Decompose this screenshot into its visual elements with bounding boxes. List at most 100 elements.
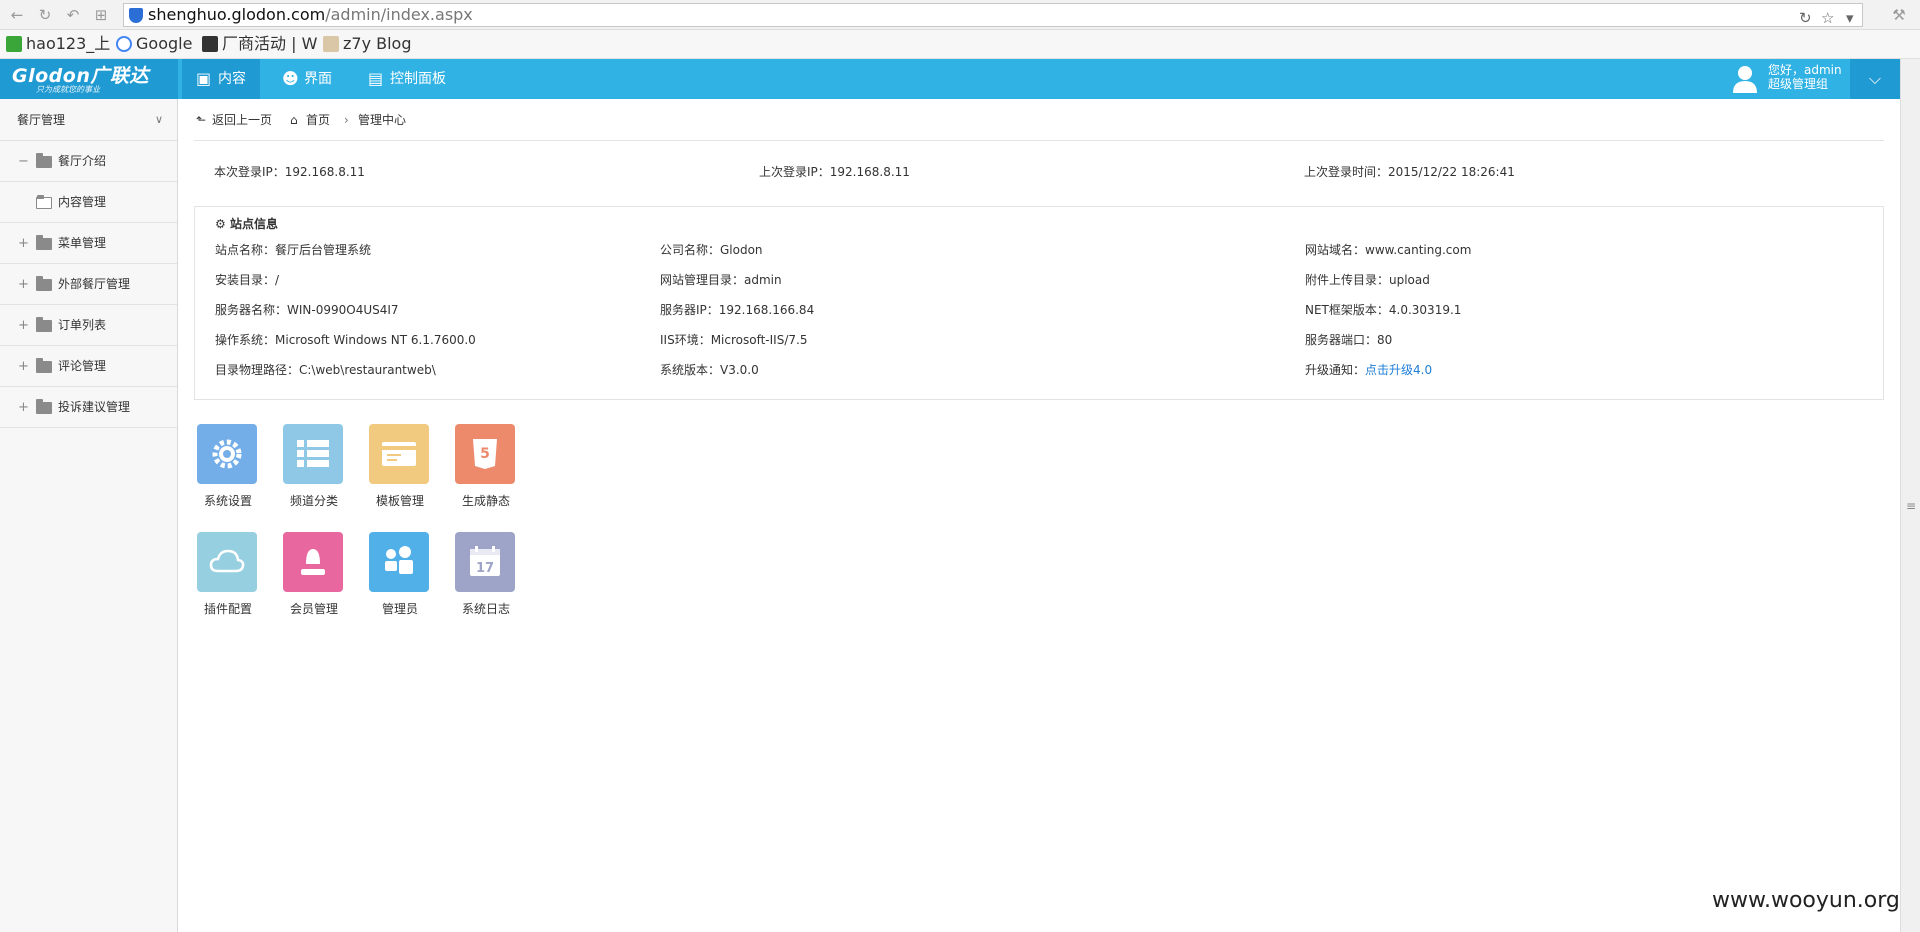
sidebar-header[interactable]: 餐厅管理 ∨ <box>0 99 177 141</box>
sidebar-item-restaurant-intro[interactable]: − 餐厅介绍 <box>0 141 177 182</box>
bookmarks-bar: hao123_上 Google 厂商活动 | W z7y Blog <box>0 30 1920 59</box>
company-name: 公司名称：Glodon <box>660 243 763 257</box>
tile-plugin-config[interactable]: 插件配置 <box>193 532 263 622</box>
sidebar-item-orders[interactable]: + 订单列表 <box>0 305 177 346</box>
tile-channel-categories[interactable]: 频道分类 <box>279 424 349 514</box>
hao123-icon <box>6 36 22 52</box>
star-icon[interactable]: ☆ <box>1821 7 1834 29</box>
logo[interactable]: Glodon广联达 只为成就您的事业 <box>0 59 178 99</box>
sidebar-item-content-management[interactable]: 内容管理 <box>0 182 177 223</box>
user-menu-toggle[interactable]: ⌵ <box>1850 59 1900 99</box>
tile-system-log[interactable]: 17 系统日志 <box>451 532 521 622</box>
expand-icon[interactable]: + <box>18 346 29 387</box>
grid-icon[interactable]: ⊞ <box>92 6 110 24</box>
last-login-ip: 上次登录IP：192.168.8.11 <box>759 165 910 179</box>
list-icon <box>283 424 343 484</box>
folder-icon <box>36 317 52 332</box>
upload-dir: 附件上传目录：upload <box>1305 273 1430 287</box>
url-path: /admin/index.aspx <box>325 5 473 24</box>
member-icon <box>283 532 343 592</box>
tools-icon[interactable]: ⚒ <box>1890 6 1908 24</box>
dashboard-icon: ▤ <box>368 69 384 88</box>
back-link[interactable]: 返回上一页 <box>212 99 272 141</box>
bookmark-z7y[interactable]: z7y Blog <box>323 34 412 54</box>
bookmark-google[interactable]: Google <box>116 34 192 54</box>
current-page: 管理中心 <box>358 113 407 127</box>
compat-icon[interactable]: ↻ <box>1799 7 1812 29</box>
chevron-down-icon: ∨ <box>154 113 163 126</box>
dropdown-icon[interactable]: ▾ <box>1846 7 1854 29</box>
tile-generate-static[interactable]: 5 生成静态 <box>451 424 521 514</box>
upgrade-link[interactable]: 点击升级4.0 <box>1365 363 1432 377</box>
breadcrumb: ⬑ 返回上一页 ⌂ 首页 › 管理中心 <box>194 99 1884 141</box>
expand-icon[interactable]: + <box>18 305 29 346</box>
expand-icon[interactable]: + <box>18 264 29 305</box>
nav-interface[interactable]: ☻ 界面 <box>268 59 346 99</box>
bookmark-vendor[interactable]: 厂商活动 | W <box>202 34 317 54</box>
server-ip: 服务器IP：192.168.166.84 <box>660 303 815 317</box>
tile-administrators[interactable]: 管理员 <box>365 532 435 622</box>
site-name: 站点名称：餐厅后台管理系统 <box>215 243 372 257</box>
sidebar-item-external-restaurants[interactable]: + 外部餐厅管理 <box>0 264 177 305</box>
user-icon: ☻ <box>282 69 299 88</box>
site-info-panel: ⚙ 站点信息 站点名称：餐厅后台管理系统 公司名称：Glodon 网站域名：ww… <box>194 206 1884 400</box>
expand-icon[interactable]: + <box>18 387 29 428</box>
current-login-ip: 本次登录IP：192.168.8.11 <box>214 165 365 179</box>
last-login-time: 上次登录时间：2015/12/22 18:26:41 <box>1304 165 1515 179</box>
sidebar-item-menu-management[interactable]: + 菜单管理 <box>0 223 177 264</box>
nav-control-panel[interactable]: ▤ 控制面板 <box>354 59 460 99</box>
operating-system: 操作系统：Microsoft Windows NT 6.1.7600.0 <box>215 333 476 347</box>
browser-toolbar: ← ↻ ↶ ⊞ shenghuo.glodon.com/admin/index.… <box>0 0 1920 30</box>
gear-icon <box>197 424 257 484</box>
main-content: ⬑ 返回上一页 ⌂ 首页 › 管理中心 本次登录IP：192.168.8.11 … <box>178 99 1900 932</box>
nav-content[interactable]: ▣ 内容 <box>182 59 260 99</box>
iis-environment: IIS环境：Microsoft-IIS/7.5 <box>660 333 808 347</box>
panel-title: ⚙ 站点信息 <box>215 217 278 231</box>
z7y-icon <box>323 36 339 52</box>
net-version: NET框架版本：4.0.30319.1 <box>1305 303 1462 317</box>
google-icon <box>116 36 132 52</box>
monitor-icon: ▣ <box>196 69 212 88</box>
refresh-icon[interactable]: ↻ <box>36 6 54 24</box>
cloud-icon <box>197 532 257 592</box>
tile-system-settings[interactable]: 系统设置 <box>193 424 263 514</box>
url-host: shenghuo.glodon.com <box>148 5 326 24</box>
card-icon <box>369 424 429 484</box>
open-folder-icon <box>36 195 52 209</box>
folder-icon <box>36 276 52 291</box>
shield-icon <box>129 8 143 23</box>
admins-icon <box>369 532 429 592</box>
folder-icon <box>36 153 52 168</box>
app-header: Glodon广联达 只为成就您的事业 ▣ 内容 ☻ 界面 ▤ 控制面板 您好，a… <box>0 59 1900 99</box>
svg-text:5: 5 <box>480 446 490 462</box>
folder-icon <box>36 399 52 414</box>
chevron-down-icon: ⌵ <box>1868 69 1882 88</box>
sidebar-item-comments[interactable]: + 评论管理 <box>0 346 177 387</box>
folder-icon <box>36 358 52 373</box>
user-group: 超级管理组 <box>1768 77 1829 91</box>
physical-path: 目录物理路径：C:\web\restaurantweb\ <box>215 363 436 377</box>
tile-member-management[interactable]: 会员管理 <box>279 532 349 622</box>
folder-icon <box>36 235 52 250</box>
user-info[interactable]: 您好，admin 超级管理组 <box>1730 59 1850 99</box>
home-link[interactable]: 首页 <box>306 99 330 141</box>
home-icon: ⌂ <box>290 113 298 127</box>
user-greeting: 您好，admin <box>1768 63 1842 77</box>
server-name: 服务器名称：WIN-0990O4US4I7 <box>215 303 399 317</box>
scrollbar[interactable]: ≡ <box>1900 59 1920 932</box>
upgrade-notice: 升级通知：点击升级4.0 <box>1305 363 1433 377</box>
install-dir: 安装目录：/ <box>215 273 280 287</box>
undo-icon[interactable]: ↶ <box>64 6 82 24</box>
expand-icon[interactable]: + <box>18 223 29 264</box>
calendar-icon: 17 <box>455 532 515 592</box>
scroll-grip-icon: ≡ <box>1906 499 1917 513</box>
sidebar-item-complaints[interactable]: + 投诉建议管理 <box>0 387 177 428</box>
tile-template-management[interactable]: 模板管理 <box>365 424 435 514</box>
bookmark-hao123[interactable]: hao123_上 <box>6 34 110 54</box>
site-domain: 网站域名：www.canting.com <box>1305 243 1472 257</box>
sidebar: 餐厅管理 ∨ − 餐厅介绍 内容管理 + 菜单管理 + 外部餐厅管理 + 订单列… <box>0 99 178 932</box>
watermark: www.wooyun.org <box>1712 888 1900 913</box>
collapse-icon[interactable]: − <box>18 141 29 182</box>
back-icon[interactable]: ← <box>8 6 26 24</box>
address-bar[interactable]: shenghuo.glodon.com/admin/index.aspx ↻ ☆… <box>123 3 1863 27</box>
